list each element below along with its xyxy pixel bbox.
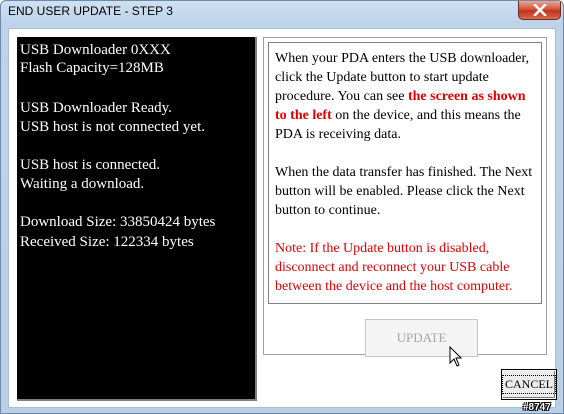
instructions-paragraph-2: When the data transfer has finished. The… (275, 165, 533, 218)
close-x-icon (532, 4, 547, 16)
cancel-button[interactable]: CANCEL (501, 369, 557, 400)
console-line: Received Size: 122334 bytes (20, 234, 194, 250)
dialog-client-area: USB Downloader 0XXX Flash Capacity=128MB… (8, 28, 557, 408)
console-line: Flash Capacity=128MB (20, 60, 164, 76)
instructions-note: Note: If the Update button is disabled, … (275, 241, 513, 294)
console-line: Download Size: 33850424 bytes (20, 214, 216, 230)
console-line: USB Downloader Ready. (20, 100, 172, 116)
cancel-button-label: CANCEL (502, 375, 556, 394)
console-line: USB host is connected. (20, 157, 160, 173)
instructions-paragraph-1: When your PDA enters the USB downloader,… (275, 49, 535, 144)
device-console-screen: USB Downloader 0XXX Flash Capacity=128MB… (17, 37, 257, 401)
close-button[interactable] (518, 1, 561, 20)
console-line: USB host is not connected yet. (20, 119, 205, 135)
console-line: USB Downloader 0XXX (20, 42, 171, 58)
window-title: END USER UPDATE - STEP 3 (8, 4, 173, 18)
title-bar[interactable]: END USER UPDATE - STEP 3 (1, 1, 563, 25)
console-line: Waiting a download. (20, 176, 145, 192)
mouse-pointer-icon (449, 346, 463, 367)
instructions-panel: When your PDA enters the USB downloader,… (263, 37, 547, 357)
instructions-text-box: When your PDA enters the USB downloader,… (268, 42, 542, 304)
update-window: END USER UPDATE - STEP 3 USB Downloader … (0, 0, 564, 414)
watermark-label: #8747 (523, 402, 551, 413)
